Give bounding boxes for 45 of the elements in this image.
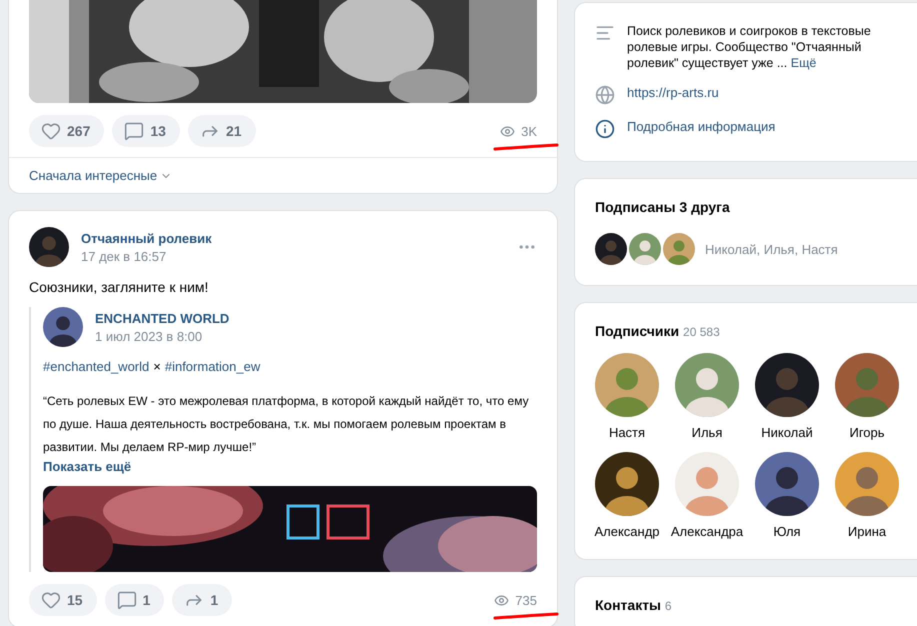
follower-item[interactable]: Илья [667,353,747,440]
like-button[interactable]: 267 [29,115,104,147]
avatar[interactable] [29,227,69,267]
post-time: 17 дек в 16:57 [81,248,168,264]
heart-icon [41,121,61,141]
author-link[interactable]: ENCHANTED WORLD [95,310,537,326]
avatar[interactable] [595,233,627,265]
follower-item[interactable]: Александра [667,452,747,539]
hashtag-link[interactable]: #information_ew [164,359,260,374]
post-text: Союзники, загляните к ним! [29,279,210,295]
section-title: Подписчики 20 583 [595,323,721,339]
view-count: 735 [494,592,537,608]
post-time: 1 июл 2023 в 8:00 [95,328,204,344]
speech-bubble-icon [124,121,144,141]
share-button[interactable]: 21 [188,115,256,147]
follower-item[interactable]: Игорь [827,353,907,440]
details-link[interactable]: Подробная информация [627,119,776,134]
follower-item[interactable]: Ирина [827,452,907,539]
follower-item[interactable]: Александр [587,452,667,539]
section-title: Контакты 6 [595,597,673,613]
quote-text: “Сеть ролевых EW - это межролевая платформа, в которой каждый найдёт то, что ему по душе. Наша деятельность востребована, т.к. мы помогаем ролевым проектам в развитии. Мы делаем RP-мир лучше!” [43,393,530,456]
more-link[interactable]: Ещё [790,56,816,70]
heart-icon [41,590,61,610]
comment-button[interactable]: 13 [112,115,180,147]
description-text: Поиск ролевиков и соигроков в текстовые ролевые игры. Сообщество "Отчаянный ролевик" существует уже ... Ещё [627,23,872,71]
eye-icon [494,592,510,608]
eye-icon [500,124,516,138]
sort-dropdown[interactable]: Сначала интересные [29,168,172,183]
comment-button[interactable]: 1 [104,584,164,616]
author-link[interactable]: Отчаянный ролевик [81,230,505,246]
globe-icon [595,85,615,105]
like-button[interactable]: 15 [29,584,97,616]
share-button[interactable]: 1 [172,584,232,616]
view-count: 3K [500,124,537,138]
avatar[interactable] [43,307,83,347]
separator: × [153,359,161,374]
follower-item[interactable]: Настя [587,353,667,440]
follower-item[interactable]: Юля [747,452,827,539]
show-more-link[interactable]: Показать ещё [43,459,132,474]
speech-bubble-icon [116,590,137,610]
follower-item[interactable]: Николай [747,353,827,440]
hashtag-link[interactable]: #enchanted_world [43,359,150,374]
section-title: Подписаны 3 друга [595,199,731,215]
website-link[interactable]: https://rp-arts.ru [627,85,719,100]
info-icon [595,119,615,139]
